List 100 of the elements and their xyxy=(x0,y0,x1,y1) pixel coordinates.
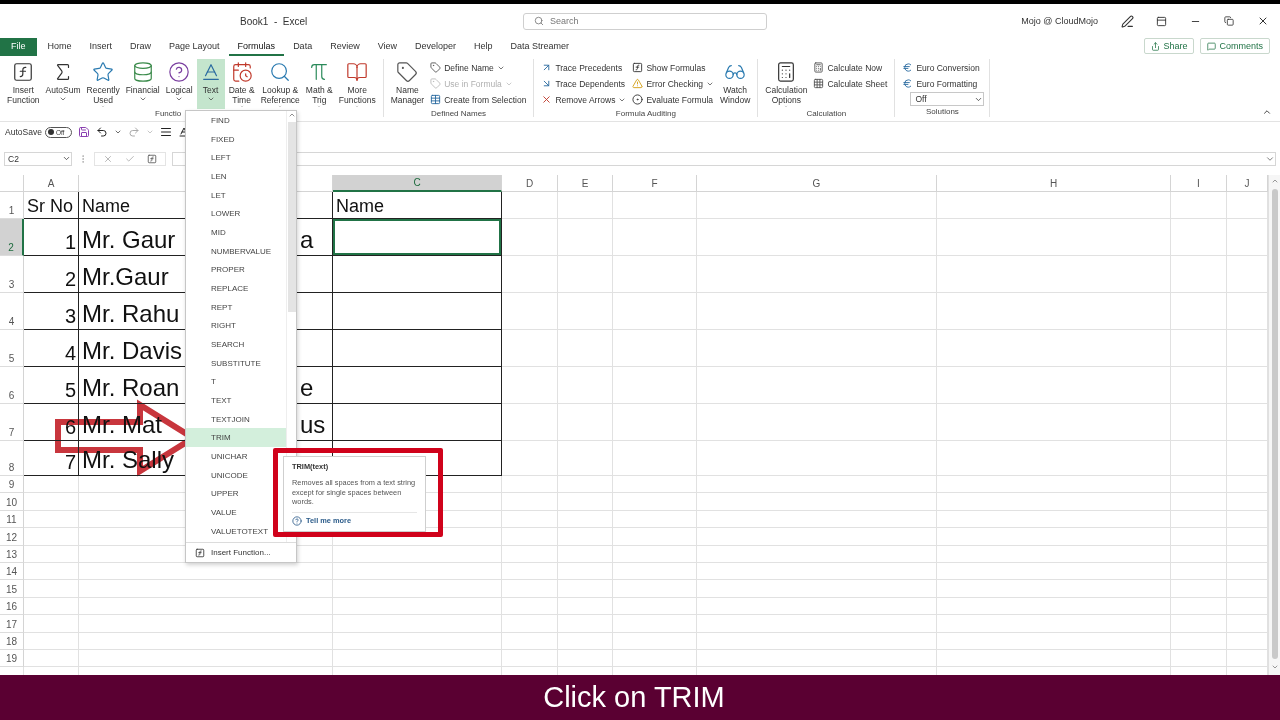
table-cell[interactable] xyxy=(333,256,502,293)
ribbon-button[interactable]: Calculate Sheet xyxy=(811,76,890,91)
menu-item[interactable]: T xyxy=(186,372,286,392)
column-header[interactable]: E xyxy=(558,175,613,192)
ribbon-button[interactable]: Trace Precedents xyxy=(539,60,629,75)
menu-item[interactable]: TRIM xyxy=(186,428,286,448)
menu-item[interactable]: LEN xyxy=(186,167,286,186)
search-field[interactable]: Search xyxy=(523,12,767,30)
table-cell[interactable]: Name xyxy=(333,192,502,219)
share-button[interactable]: Share xyxy=(1144,38,1195,54)
ribbon-tab[interactable]: Data Streamer xyxy=(501,38,579,56)
ribbon-tab[interactable]: Developer xyxy=(406,38,466,56)
ribbon-button[interactable]: Trace Dependents xyxy=(539,76,629,91)
ribbon-button[interactable]: Insert Function xyxy=(5,59,42,109)
table-cell[interactable] xyxy=(333,367,502,404)
table-cell[interactable]: 3 xyxy=(24,293,79,330)
name-box[interactable]: C2 xyxy=(4,151,72,166)
table-cell[interactable] xyxy=(333,330,502,367)
comments-button[interactable]: Comments xyxy=(1200,38,1270,54)
row-header[interactable]: 1 xyxy=(0,192,24,219)
file-tab[interactable]: File xyxy=(0,38,37,56)
menu-item[interactable]: NUMBERVALUE xyxy=(186,241,286,261)
menu-item[interactable]: RIGHT xyxy=(186,316,286,336)
ribbon-tab[interactable]: Review xyxy=(321,38,369,56)
row-header[interactable]: 7 xyxy=(0,404,24,441)
menu-item[interactable]: TEXTJOIN xyxy=(186,409,286,429)
column-header[interactable]: H xyxy=(937,175,1171,192)
column-header[interactable]: F xyxy=(613,175,697,192)
table-cell[interactable] xyxy=(333,293,502,330)
column-header[interactable]: G xyxy=(697,175,937,192)
menu-item[interactable]: TEXT xyxy=(186,391,286,410)
table-cell[interactable] xyxy=(333,219,502,256)
menu-item[interactable]: SUBSTITUTE xyxy=(186,353,286,373)
menu-item[interactable]: FIND xyxy=(186,111,286,130)
ribbon-button[interactable]: Show Formulas xyxy=(630,60,717,75)
row-header[interactable]: 12 xyxy=(0,528,24,546)
row-header[interactable]: 8 xyxy=(0,441,24,476)
collapse-icon[interactable] xyxy=(1262,107,1272,117)
formula-field[interactable] xyxy=(172,151,1276,166)
check-icon[interactable] xyxy=(125,153,135,164)
ribbon-tab[interactable]: Data xyxy=(284,38,322,56)
menu-item[interactable]: SEARCH xyxy=(186,335,286,354)
column-header[interactable]: J xyxy=(1227,175,1268,192)
ribbon-button[interactable]: Define Name xyxy=(428,60,529,75)
table-cell[interactable]: 5 xyxy=(24,367,79,404)
ribbon-button[interactable]: Watch Window xyxy=(718,59,753,109)
ribbon-tab[interactable]: Help xyxy=(465,38,502,56)
menu-item[interactable]: Insert Function... xyxy=(211,548,271,557)
column-header[interactable]: D xyxy=(502,175,558,192)
row-header[interactable]: 10 xyxy=(0,493,24,511)
menu-item[interactable]: LEFT xyxy=(186,148,286,167)
menu-item[interactable]: MID xyxy=(186,223,286,242)
scroll-up-icon[interactable] xyxy=(287,111,296,119)
table-cell[interactable] xyxy=(333,404,502,441)
ribbon-button[interactable]: AutoSum xyxy=(43,59,83,109)
menu-item[interactable]: LET xyxy=(186,185,286,205)
table-cell[interactable]: 7 xyxy=(24,441,79,476)
row-header[interactable]: 9 xyxy=(0,476,24,494)
ribbon-button[interactable]: Lookup & Reference xyxy=(258,59,302,109)
ribbon-button[interactable]: Euro Formatting xyxy=(900,76,985,91)
table-cell[interactable]: 1 xyxy=(24,219,79,256)
dropdown-field[interactable]: Off xyxy=(910,92,985,106)
row-header[interactable]: 4 xyxy=(0,293,24,330)
scroll-up-icon[interactable] xyxy=(1270,177,1279,185)
row-header[interactable]: 5 xyxy=(0,330,24,367)
ribbon-button[interactable]: Calculate Now xyxy=(811,60,890,75)
ribbon-button[interactable]: Euro Conversion xyxy=(900,60,985,75)
vertical-scrollbar[interactable] xyxy=(1268,175,1280,675)
ribbon-tab[interactable]: Page Layout xyxy=(160,38,229,56)
function-icon[interactable] xyxy=(147,153,157,164)
table-cell[interactable]: 2 xyxy=(24,256,79,293)
ribbon-button[interactable]: Logical xyxy=(163,59,195,109)
menu-item[interactable]: FIXED xyxy=(186,129,286,149)
ribbon-button[interactable]: Remove Arrows xyxy=(539,92,629,107)
save-icon[interactable] xyxy=(77,126,90,138)
column-header[interactable]: A xyxy=(24,175,79,192)
ribbon-tab[interactable]: Draw xyxy=(121,38,161,56)
ribbon-tab[interactable]: Home xyxy=(38,38,81,56)
table-cell[interactable]: 4 xyxy=(24,330,79,367)
ribbon-button[interactable]: Text xyxy=(196,59,225,109)
menu-item[interactable]: PROPER xyxy=(186,260,286,280)
menu-item[interactable]: LOWER xyxy=(186,204,286,224)
ribbon-button[interactable]: More Functions xyxy=(336,59,378,109)
row-header[interactable]: 3 xyxy=(0,256,24,293)
ribbon-button[interactable]: Date & Time xyxy=(226,59,257,109)
scroll-down-icon[interactable] xyxy=(1270,663,1279,671)
row-header[interactable]: 2 xyxy=(0,219,24,256)
column-header[interactable]: I xyxy=(1171,175,1227,192)
row-header[interactable]: 15 xyxy=(0,580,24,598)
ribbon-button[interactable]: Create from Selection xyxy=(428,92,529,107)
ribbon-button[interactable]: Recently Used xyxy=(84,59,122,109)
ribbon-button[interactable]: Math & Trig xyxy=(303,59,335,109)
ribbon-tab[interactable]: View xyxy=(368,38,406,56)
lines-icon[interactable] xyxy=(159,126,172,138)
ribbon-button[interactable]: Error Checking xyxy=(630,76,717,91)
row-header[interactable]: 17 xyxy=(0,615,24,633)
menu-item[interactable]: REPT xyxy=(186,297,286,317)
table-cell[interactable]: Sr No xyxy=(24,192,79,219)
ribbon-button[interactable]: Calculation Options xyxy=(763,59,810,109)
caret-icon[interactable] xyxy=(113,128,122,136)
